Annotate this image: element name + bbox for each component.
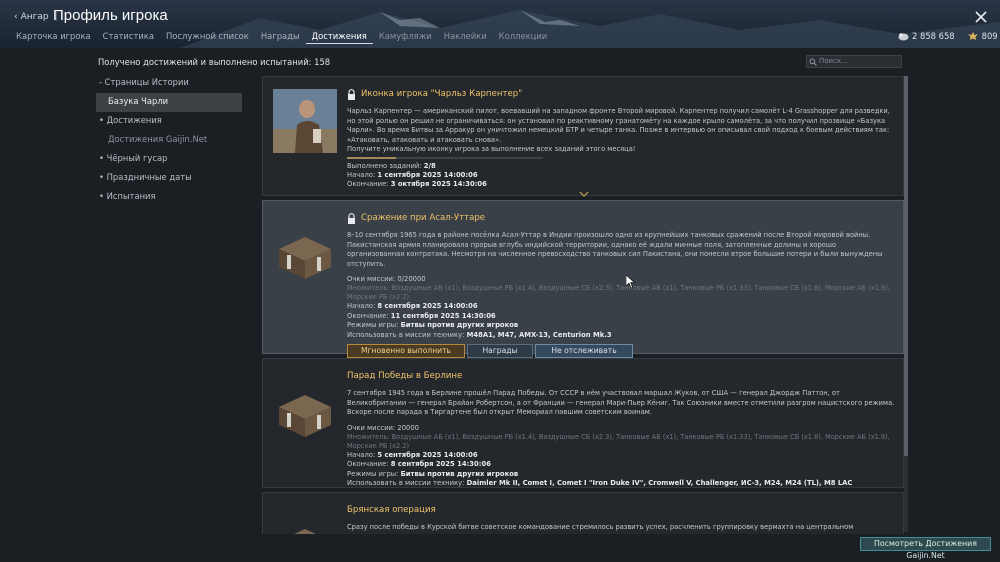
tab-player-card[interactable]: Карточка игрока <box>0 30 97 44</box>
instant-complete-button[interactable]: Мгновенно выполнить (299♛) <box>347 344 465 367</box>
card-meta: Очки миссии: 0/20000 Множитель: Воздушны… <box>347 275 895 340</box>
back-button[interactable]: ‹ Ангар | <box>14 12 58 22</box>
card-title-text: Сражение при Асал-Уттаре <box>361 213 486 223</box>
achievement-card-berlin-parade[interactable]: Парад Победы в Берлине 7 сентября 1945 г… <box>262 358 904 488</box>
card-description: Чарльз Карпентер — американский пилот, в… <box>347 107 890 153</box>
search-input[interactable]: Поиск... <box>806 55 902 68</box>
chevron-left-icon: ‹ <box>14 12 18 22</box>
silver-lions-icon <box>898 32 909 40</box>
multipliers-text: Множитель: Воздушные АБ (x1), Воздушные … <box>347 284 890 302</box>
search-icon <box>809 58 817 66</box>
rewards-button[interactable]: Награды <box>467 344 533 359</box>
tab-service-record[interactable]: Послужной список <box>160 30 255 44</box>
close-icon[interactable] <box>972 8 990 26</box>
tab-achievements[interactable]: Достижения <box>305 30 373 44</box>
ammo-crate-image <box>279 395 331 437</box>
multipliers-text: Множитель: Воздушные АБ (x1), Воздушные … <box>347 432 890 450</box>
page-title: Профиль игрока <box>53 7 168 24</box>
tasks-progress-bar <box>347 156 543 159</box>
tab-camouflages[interactable]: Камуфляжи <box>373 30 438 44</box>
card-actions: Мгновенно выполнить (299♛) Награды Не от… <box>347 344 895 367</box>
card-body: Иконка игрока "Чарльз Карпентер" Чарльз … <box>347 87 895 190</box>
profile-tabs: Карточка игрока Статистика Послужной спи… <box>0 30 553 46</box>
achievement-card-bryansk[interactable]: Брянская операция Сразу после победы в К… <box>262 492 904 534</box>
card-body: Сражение при Асал-Уттаре 8–10 сентября 1… <box>347 211 895 367</box>
card-body: Брянская операция Сразу после победы в К… <box>347 503 895 534</box>
sidebar-item-challenges[interactable]: • Испытания <box>96 188 242 207</box>
sidebar-item-bazooka-charlie[interactable]: Базука Чарли <box>96 93 242 112</box>
pilot-portrait-image <box>273 89 337 153</box>
sidebar-item-black-hussar[interactable]: • Чёрный гусар <box>96 150 242 169</box>
currency-display: 2 858 658 809 <box>898 31 998 41</box>
golden-eagles-icon <box>967 32 978 40</box>
lock-icon <box>348 212 355 224</box>
card-description: Сразу после победы в Курской битве совет… <box>347 523 854 534</box>
golden-eagles-amount: 809 <box>981 31 998 41</box>
tasks-progress-fill <box>347 156 396 159</box>
card-meta: Очки миссии: 20000 Множитель: Воздушные … <box>347 424 895 489</box>
search-placeholder: Поиск... <box>819 57 848 65</box>
mouse-cursor-icon <box>626 275 635 289</box>
achievement-card-asal-uttar[interactable]: Сражение при Асал-Уттаре 8–10 сентября 1… <box>262 200 904 367</box>
card-title: Брянская операция <box>347 503 895 517</box>
card-title-text: Брянская операция <box>347 505 436 515</box>
sidebar-item-achievements[interactable]: • Достижения <box>96 112 242 131</box>
achievements-list: Иконка игрока "Чарльз Карпентер" Чарльз … <box>250 72 912 534</box>
tab-statistics[interactable]: Статистика <box>97 30 160 44</box>
card-title-text: Иконка игрока "Чарльз Карпентер" <box>361 89 523 99</box>
ammo-crate-image <box>294 529 316 534</box>
ammo-crate-image <box>279 237 331 279</box>
achievements-summary: Получено достижений и выполнено испытани… <box>98 57 331 67</box>
reward-text: Получите уникальную иконку игрока за вып… <box>347 145 636 153</box>
card-title: Парад Победы в Берлине <box>347 369 895 383</box>
card-title-text: Парад Победы в Берлине <box>347 371 463 381</box>
lock-icon <box>348 88 355 100</box>
card-description: 8–10 сентября 1965 года в районе посёлка… <box>347 231 883 268</box>
sidebar-item-gaijin-achievements[interactable]: Достижения Gaijin.Net <box>96 131 242 150</box>
card-description: 7 сентября 1945 года в Берлине прошёл Па… <box>347 389 895 416</box>
chevron-down-icon[interactable] <box>579 191 589 197</box>
achievement-card-carpenter[interactable]: Иконка игрока "Чарльз Карпентер" Чарльз … <box>262 76 904 197</box>
card-title: Сражение при Асал-Уттаре <box>347 211 895 225</box>
sidebar-item-holidays[interactable]: • Праздничные даты <box>96 169 242 188</box>
sidebar: - Страницы Истории Базука Чарли • Достиж… <box>96 74 242 207</box>
sidebar-item-history-pages[interactable]: - Страницы Истории <box>96 74 242 93</box>
card-title: Иконка игрока "Чарльз Карпентер" <box>347 87 895 101</box>
view-gaijin-achievements-button[interactable]: Посмотреть Достижения Gaijin.Net <box>860 537 991 560</box>
tab-awards[interactable]: Награды <box>255 30 306 44</box>
tab-decals[interactable]: Наклейки <box>438 30 493 44</box>
untrack-progress-button[interactable]: Не отслеживать прогресс <box>535 344 633 367</box>
tab-collections[interactable]: Коллекции <box>493 30 554 44</box>
back-label: Ангар <box>20 12 49 22</box>
silver-lions-amount: 2 858 658 <box>912 31 955 41</box>
card-meta: Выполнено заданий: 2/8 Начало: 1 сентябр… <box>347 161 487 189</box>
card-body: Парад Победы в Берлине 7 сентября 1945 г… <box>347 369 895 489</box>
